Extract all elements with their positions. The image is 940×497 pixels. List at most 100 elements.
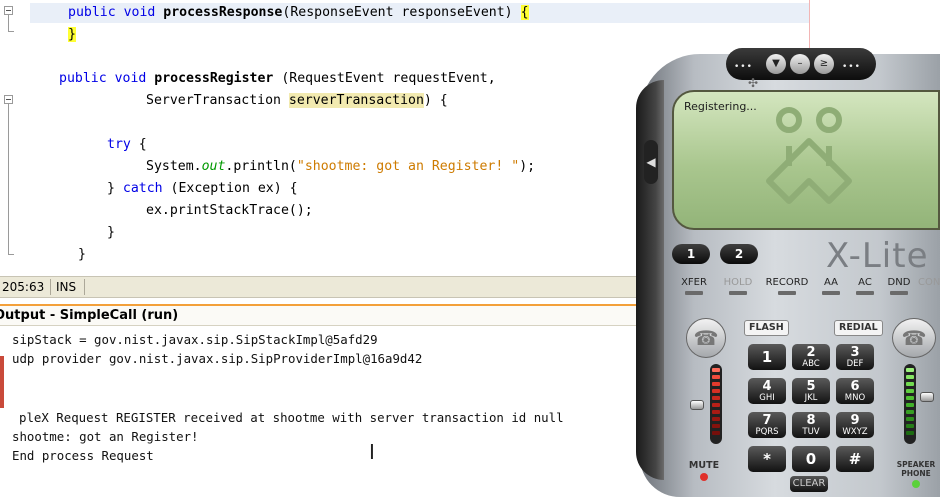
key-digit: 1 xyxy=(761,348,773,366)
speaker-volume-slider[interactable] xyxy=(920,392,934,402)
menu-arrow-button[interactable]: ▼ xyxy=(766,54,786,74)
level-seg xyxy=(906,424,914,428)
key-3-button[interactable]: 3 DEF xyxy=(836,344,874,370)
key-6-button[interactable]: 6 MNO xyxy=(836,378,874,404)
code-text: .println( xyxy=(225,159,297,174)
hangup-handset-icon[interactable]: ☎ xyxy=(892,318,936,358)
line-1-button[interactable]: 1 xyxy=(672,244,710,264)
code-line-1[interactable]: public void processResponse(ResponseEven… xyxy=(68,3,529,23)
key-digit: 3 xyxy=(850,345,860,360)
key-2-button[interactable]: 2 ABC xyxy=(792,344,830,370)
key-digit: 0 xyxy=(805,450,817,468)
output-sidebar xyxy=(0,326,8,497)
key-letters: ABC xyxy=(802,359,820,369)
key-letters: TUV xyxy=(802,427,820,437)
output-line: End process Request xyxy=(12,448,154,463)
key-8-button[interactable]: 8 TUV xyxy=(792,412,830,438)
key-0-button[interactable]: 0 xyxy=(792,446,830,472)
key-4-button[interactable]: 4 GHI xyxy=(748,378,786,404)
key-letters: WXYZ xyxy=(842,427,868,437)
speaker-label: SPEAKER xyxy=(896,460,936,469)
indicator xyxy=(856,291,874,295)
code-text: (ResponseEvent responseEvent) xyxy=(282,5,521,20)
speaker-volume-meter xyxy=(710,364,722,444)
aa-label: AA xyxy=(824,277,838,288)
code-line-9[interactable]: } xyxy=(107,223,115,243)
keyword: public void xyxy=(68,5,164,20)
dots-decoration: ••• xyxy=(734,62,753,72)
xfer-label: XFER xyxy=(681,277,707,288)
code-line-10[interactable]: } xyxy=(78,245,86,265)
key-letters: DEF xyxy=(846,359,864,369)
code-line-8[interactable]: ex.printStackTrace(); xyxy=(146,201,313,221)
level-seg xyxy=(906,375,914,379)
key-letters: MNO xyxy=(844,393,866,403)
level-seg xyxy=(712,424,720,428)
key-5-button[interactable]: 5 JKL xyxy=(792,378,830,404)
auto-answer-button[interactable]: AA xyxy=(820,276,842,295)
mute-button[interactable]: MUTE xyxy=(686,460,722,481)
key-star-button[interactable]: * xyxy=(748,446,786,472)
output-line: udp provider gov.nist.javax.sip.SipProvi… xyxy=(12,351,423,366)
key-digit: 2 xyxy=(806,345,816,360)
key-9-button[interactable]: 9 WXYZ xyxy=(836,412,874,438)
level-seg xyxy=(906,410,914,414)
code-line-3[interactable]: public void processRegister (RequestEven… xyxy=(59,69,496,89)
code-text: ServerTransaction xyxy=(146,93,289,108)
mic-volume-slider[interactable] xyxy=(690,400,704,410)
do-not-disturb-button[interactable]: DND xyxy=(886,276,912,295)
xlite-brand: X-Lite xyxy=(826,236,929,276)
key-1-button[interactable]: 1 xyxy=(748,344,786,370)
speakerphone-button[interactable]: SPEAKER PHONE xyxy=(892,460,940,488)
auto-conference-button[interactable]: AC xyxy=(854,276,876,295)
key-digit: 8 xyxy=(806,413,816,428)
key-digit: 9 xyxy=(850,413,860,428)
static-field: out xyxy=(201,159,226,174)
indicator xyxy=(685,291,703,295)
code-text: ) { xyxy=(423,93,448,108)
flash-button[interactable]: FLASH xyxy=(744,320,789,336)
line-2-button[interactable]: 2 xyxy=(720,244,758,264)
level-seg xyxy=(712,382,720,386)
dock-button[interactable]: ≥ xyxy=(814,54,834,74)
output-error-marker xyxy=(0,356,4,408)
method-name: processResponse xyxy=(163,5,283,20)
xlite-small-logo-icon: ✣ xyxy=(748,76,759,90)
code-text: { xyxy=(130,137,147,152)
caret-position: 205:63 xyxy=(0,279,51,295)
fold-toggle-icon[interactable] xyxy=(4,95,13,104)
insert-mode[interactable]: INS xyxy=(52,279,85,295)
phone-label: PHONE xyxy=(901,469,931,478)
level-seg xyxy=(712,431,720,435)
code-line-7[interactable]: } catch (Exception ex) { xyxy=(107,179,298,199)
code-line-6[interactable]: System.out.println("shootme: got an Regi… xyxy=(146,157,535,177)
key-letters: PQRS xyxy=(755,427,779,437)
mute-label: MUTE xyxy=(688,460,720,471)
output-line: pleX Request REGISTER received at shootm… xyxy=(19,410,564,425)
side-panel-toggle-icon[interactable]: ◀ xyxy=(644,140,658,184)
xfer-button[interactable]: XFER xyxy=(678,276,710,295)
conference-button[interactable]: CON xyxy=(918,276,940,290)
code-line-2[interactable]: } xyxy=(68,25,76,45)
xlite-softphone[interactable]: ••• ▼ – ≥ ••• ✣ ◀ Registering... 1 2 X-L… xyxy=(636,40,940,497)
level-seg xyxy=(712,375,720,379)
minimize-button[interactable]: – xyxy=(790,54,810,74)
level-seg xyxy=(906,396,914,400)
code-text: ); xyxy=(519,159,536,174)
code-text: (Exception ex) { xyxy=(162,181,298,196)
code-line-4[interactable]: ServerTransaction serverTransaction) { xyxy=(146,91,448,111)
record-button[interactable]: RECORD xyxy=(764,276,810,295)
hold-button[interactable]: HOLD xyxy=(722,276,754,295)
level-seg xyxy=(712,368,720,372)
level-seg xyxy=(712,403,720,407)
clear-button[interactable]: CLEAR xyxy=(790,476,828,492)
key-hash-button[interactable]: # xyxy=(836,446,874,472)
xlite-watermark-icon xyxy=(766,107,852,204)
matched-brace: { xyxy=(520,5,529,20)
code-line-5[interactable]: try { xyxy=(107,135,147,155)
fold-toggle-icon[interactable] xyxy=(4,6,13,15)
redial-button[interactable]: REDIAL xyxy=(834,320,883,336)
key-7-button[interactable]: 7 PQRS xyxy=(748,412,786,438)
call-handset-icon[interactable]: ☎ xyxy=(686,318,726,358)
key-digit: 6 xyxy=(850,379,860,394)
